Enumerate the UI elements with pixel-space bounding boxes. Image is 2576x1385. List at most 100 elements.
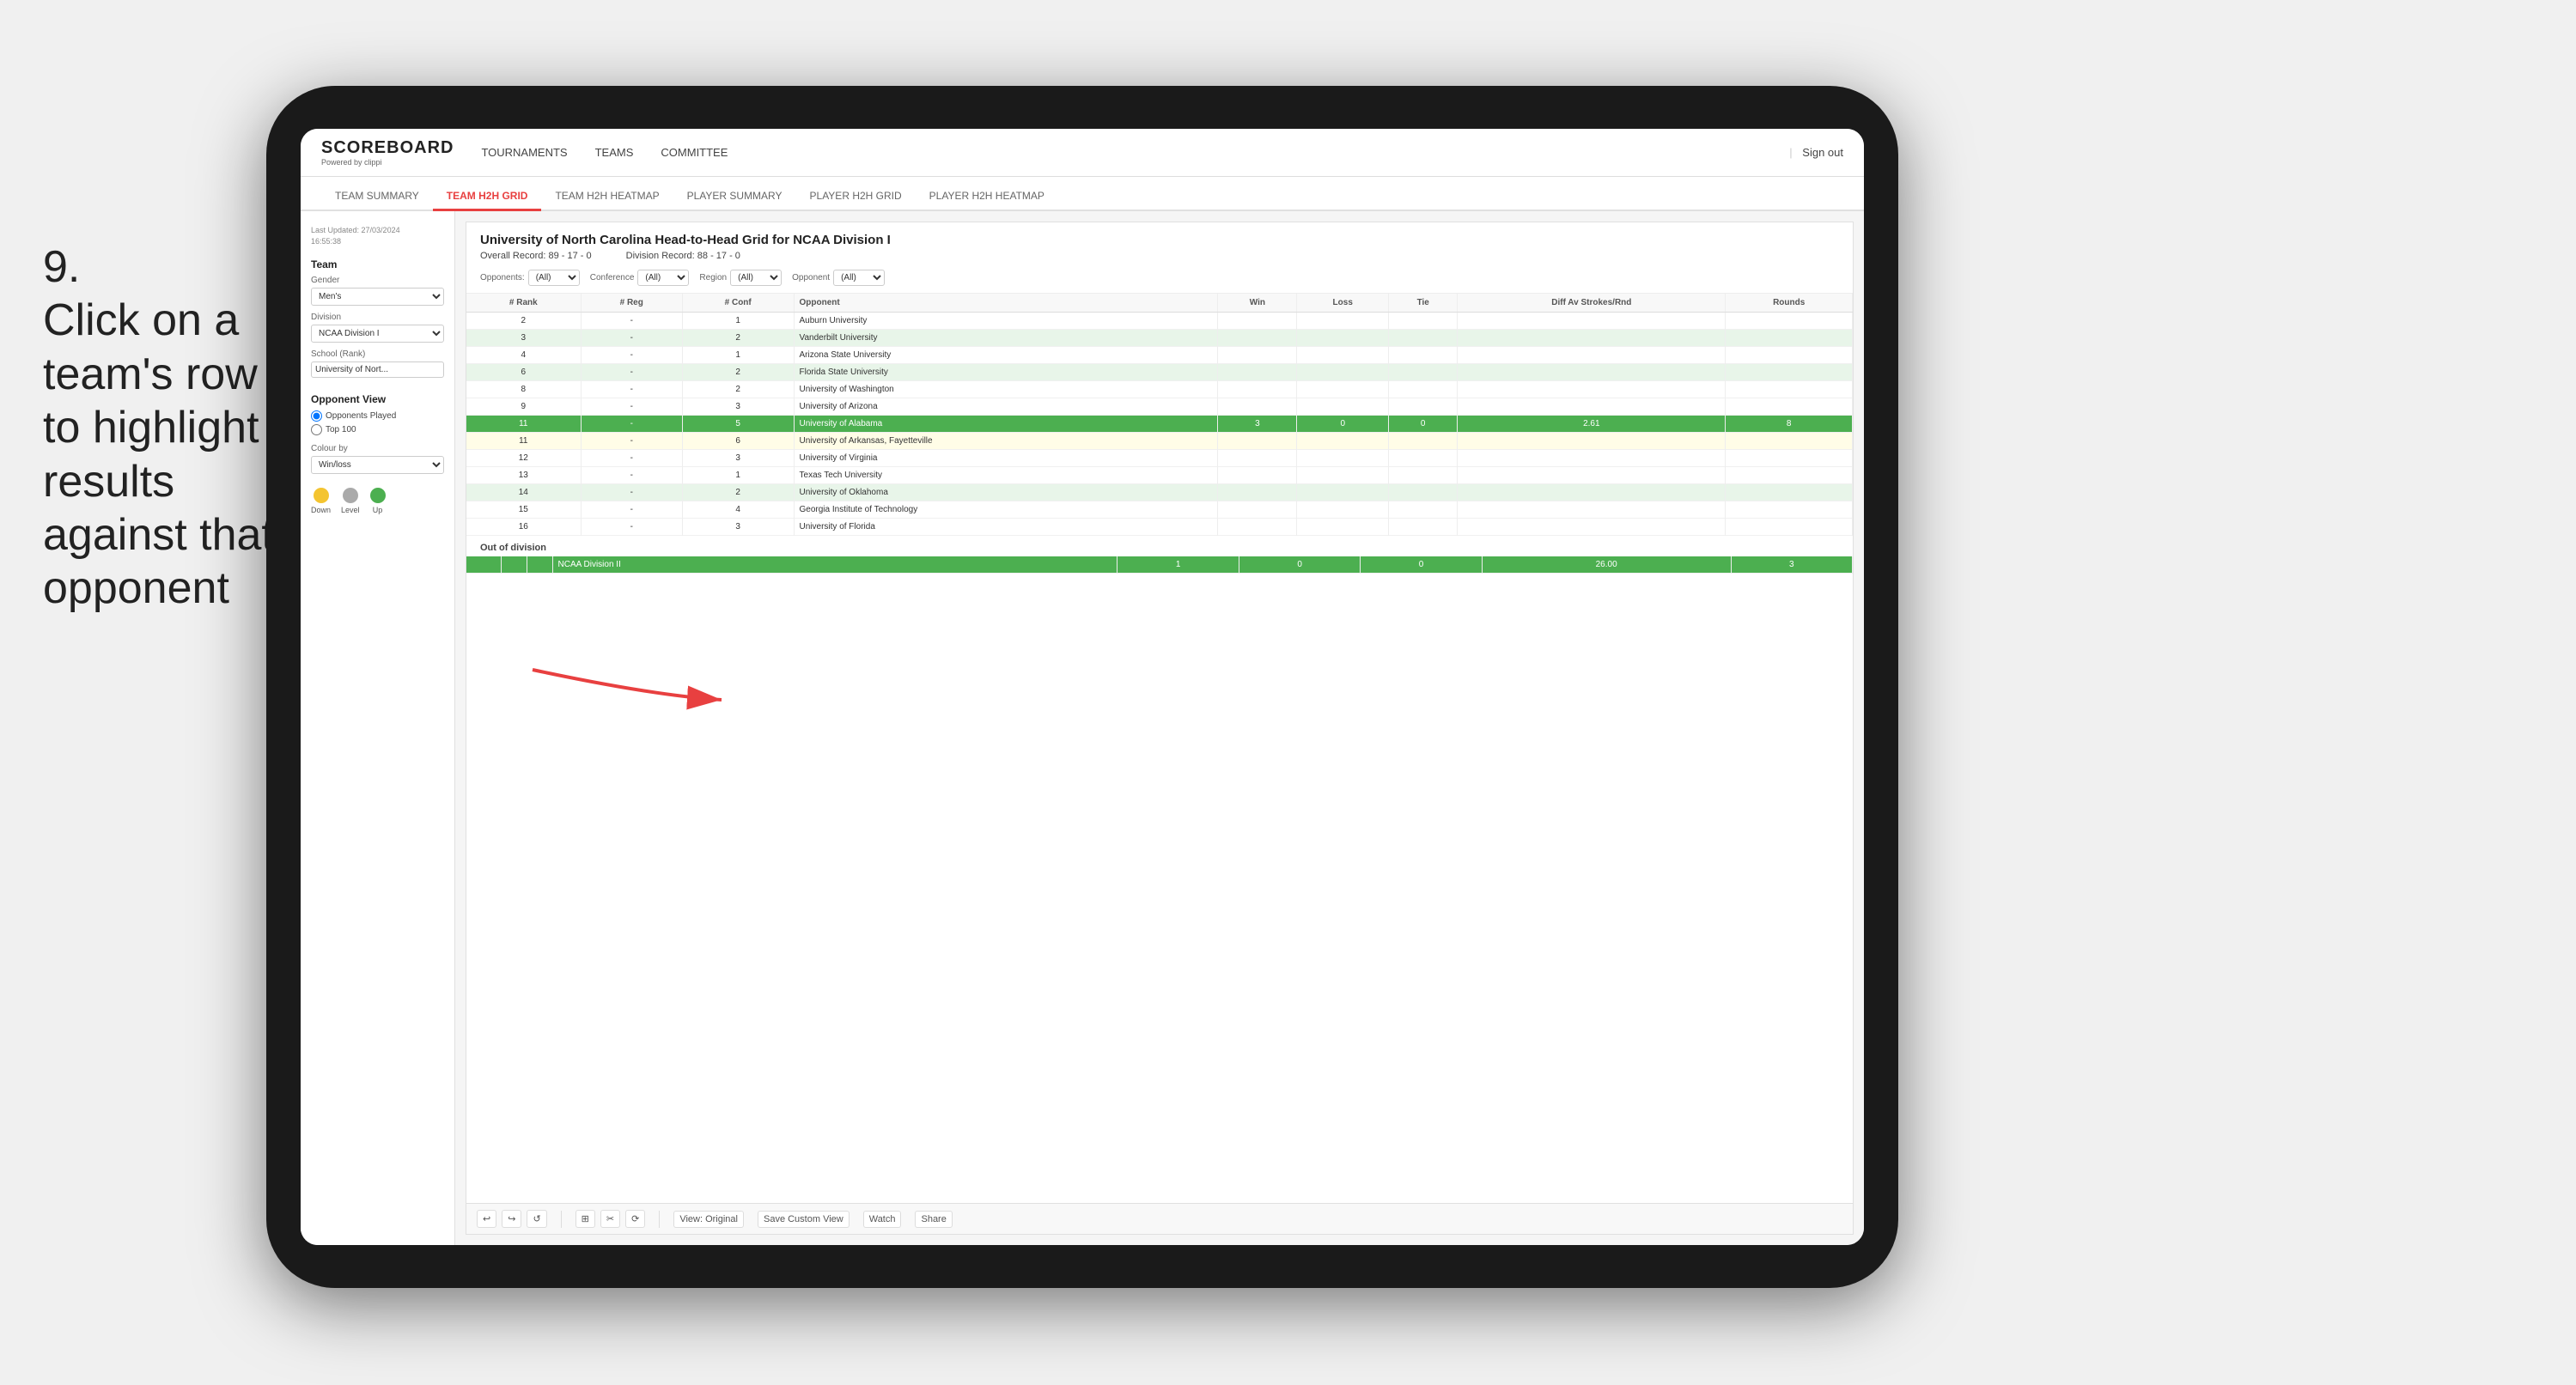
h2h-table: # Rank # Reg # Conf Opponent Win Loss Ti…	[466, 294, 1853, 536]
out-of-division-label: Out of division	[466, 536, 1853, 556]
division-select[interactable]: NCAA Division I	[311, 325, 444, 343]
toolbar-sep-1	[561, 1211, 562, 1228]
main-content: Last Updated: 27/03/2024 16:55:38 Team G…	[301, 211, 1864, 1245]
tool-btn-1[interactable]: ⊞	[575, 1210, 595, 1228]
out-of-div-rounds: 3	[1731, 556, 1852, 574]
table-row[interactable]: 11-5University of Alabama3002.618	[466, 416, 1853, 433]
grid-header: University of North Carolina Head-to-Hea…	[466, 222, 1853, 294]
region-select[interactable]: (All)	[730, 270, 782, 286]
table-row[interactable]: 16-3University of Florida	[466, 519, 1853, 536]
legend-down: Down	[311, 488, 331, 514]
toolbar-sep-2	[659, 1211, 660, 1228]
conference-select[interactable]: (All)	[637, 270, 689, 286]
region-filter: Region (All)	[699, 270, 782, 286]
division-record: Division Record: 88 - 17 - 0	[626, 251, 740, 261]
table-row[interactable]: 14-2University of Oklahoma	[466, 484, 1853, 501]
logo-title: SCOREBOARD	[321, 139, 454, 156]
nav-tournaments[interactable]: TOURNAMENTS	[481, 143, 567, 162]
last-updated: Last Updated: 27/03/2024 16:55:38	[311, 225, 444, 246]
out-of-division-row[interactable]: NCAA Division II 1 0 0 26.00 3	[466, 556, 1853, 574]
tablet-screen: SCOREBOARD Powered by clippi TOURNAMENTS…	[301, 129, 1864, 1245]
out-of-div-tie: 0	[1361, 556, 1482, 574]
view-btn[interactable]: View: Original	[673, 1211, 744, 1228]
legend: Down Level Up	[311, 488, 444, 514]
team-label: Team	[311, 258, 444, 270]
undo-btn[interactable]: ↩	[477, 1210, 496, 1228]
nav-right: | Sign out	[1789, 146, 1843, 159]
table-row[interactable]: 11-6University of Arkansas, Fayetteville	[466, 433, 1853, 450]
grid-filters: Opponents: (All) Conference (All)	[480, 270, 1839, 286]
radio-opponents-played[interactable]: Opponents Played	[311, 410, 444, 422]
sign-out-link[interactable]: Sign out	[1802, 146, 1843, 159]
division-label: Division	[311, 313, 444, 322]
navbar: SCOREBOARD Powered by clippi TOURNAMENTS…	[301, 129, 1864, 177]
back-btn[interactable]: ↺	[527, 1210, 546, 1228]
gender-select[interactable]: Men's	[311, 288, 444, 306]
table-row[interactable]: 2-1Auburn University	[466, 313, 1853, 330]
table-row[interactable]: 13-1Texas Tech University	[466, 467, 1853, 484]
legend-up: Up	[370, 488, 386, 514]
table-row[interactable]: 4-1Arizona State University	[466, 347, 1853, 364]
instruction-step: 9.	[43, 240, 283, 294]
out-of-div-diff: 26.00	[1482, 556, 1731, 574]
table-row[interactable]: 8-2University of Washington	[466, 381, 1853, 398]
redo-btn[interactable]: ↪	[502, 1210, 521, 1228]
school-input[interactable]	[311, 361, 444, 378]
nav-divider: |	[1789, 146, 1792, 159]
overall-record: Overall Record: 89 - 17 - 0	[480, 251, 592, 261]
col-diff: Diff Av Strokes/Rnd	[1458, 294, 1726, 313]
logo-area: SCOREBOARD Powered by clippi	[321, 139, 454, 167]
tools-group: ⊞ ✂ ⟳	[575, 1210, 646, 1228]
colour-by-label: Colour by	[311, 444, 444, 453]
tab-team-summary[interactable]: TEAM SUMMARY	[321, 183, 433, 211]
subnav: TEAM SUMMARY TEAM H2H GRID TEAM H2H HEAT…	[301, 177, 1864, 211]
tab-team-h2h-heatmap[interactable]: TEAM H2H HEATMAP	[541, 183, 673, 211]
col-tie: Tie	[1389, 294, 1458, 313]
radio-top100[interactable]: Top 100	[311, 424, 444, 435]
col-rounds: Rounds	[1726, 294, 1853, 313]
opponents-select[interactable]: (All)	[528, 270, 580, 286]
table-row[interactable]: 15-4Georgia Institute of Technology	[466, 501, 1853, 519]
out-of-div-loss: 0	[1239, 556, 1360, 574]
table-row[interactable]: 9-3University of Arizona	[466, 398, 1853, 416]
table-row[interactable]: 12-3University of Virginia	[466, 450, 1853, 467]
school-label: School (Rank)	[311, 349, 444, 359]
watch-btn[interactable]: Watch	[863, 1211, 902, 1228]
opponents-filter: Opponents: (All)	[480, 270, 580, 286]
opponent-view-label: Opponent View	[311, 393, 444, 405]
col-win: Win	[1218, 294, 1297, 313]
table-row[interactable]: 3-2Vanderbilt University	[466, 330, 1853, 347]
legend-level: Level	[341, 488, 360, 514]
share-btn[interactable]: Share	[915, 1211, 952, 1228]
legend-down-dot	[314, 488, 329, 503]
save-custom-view-btn[interactable]: Save Custom View	[758, 1211, 850, 1228]
grid-panel: University of North Carolina Head-to-Hea…	[466, 222, 1854, 1235]
col-conf: # Conf	[682, 294, 794, 313]
tablet-device: SCOREBOARD Powered by clippi TOURNAMENTS…	[266, 86, 1898, 1288]
tool-btn-2[interactable]: ✂	[600, 1210, 620, 1228]
table-container: # Rank # Reg # Conf Opponent Win Loss Ti…	[466, 294, 1853, 1203]
instruction-text: 9.Click on a team's row to highlight res…	[43, 240, 283, 616]
opponent-select[interactable]: (All)	[833, 270, 885, 286]
gender-label: Gender	[311, 276, 444, 285]
conference-filter: Conference (All)	[590, 270, 690, 286]
legend-level-dot	[343, 488, 358, 503]
col-loss: Loss	[1297, 294, 1389, 313]
colour-by-select[interactable]: Win/loss	[311, 456, 444, 474]
tab-team-h2h-grid[interactable]: TEAM H2H GRID	[433, 183, 542, 211]
tool-btn-3[interactable]: ⟳	[625, 1210, 645, 1228]
nav-links: TOURNAMENTS TEAMS COMMITTEE	[481, 143, 1789, 162]
tab-player-h2h-heatmap[interactable]: PLAYER H2H HEATMAP	[916, 183, 1058, 211]
nav-committee[interactable]: COMMITTEE	[661, 143, 728, 162]
opponent-view-group: Opponents Played Top 100	[311, 410, 444, 435]
col-rank: # Rank	[466, 294, 581, 313]
out-of-div-win: 1	[1117, 556, 1239, 574]
table-row[interactable]: 6-2Florida State University	[466, 364, 1853, 381]
col-reg: # Reg	[581, 294, 682, 313]
nav-teams[interactable]: TEAMS	[595, 143, 634, 162]
logo-subtitle: Powered by clippi	[321, 158, 454, 167]
tab-player-summary[interactable]: PLAYER SUMMARY	[673, 183, 796, 211]
tab-player-h2h-grid[interactable]: PLAYER H2H GRID	[796, 183, 916, 211]
grid-title: University of North Carolina Head-to-Hea…	[480, 233, 1839, 247]
sidebar: Last Updated: 27/03/2024 16:55:38 Team G…	[301, 211, 455, 1245]
